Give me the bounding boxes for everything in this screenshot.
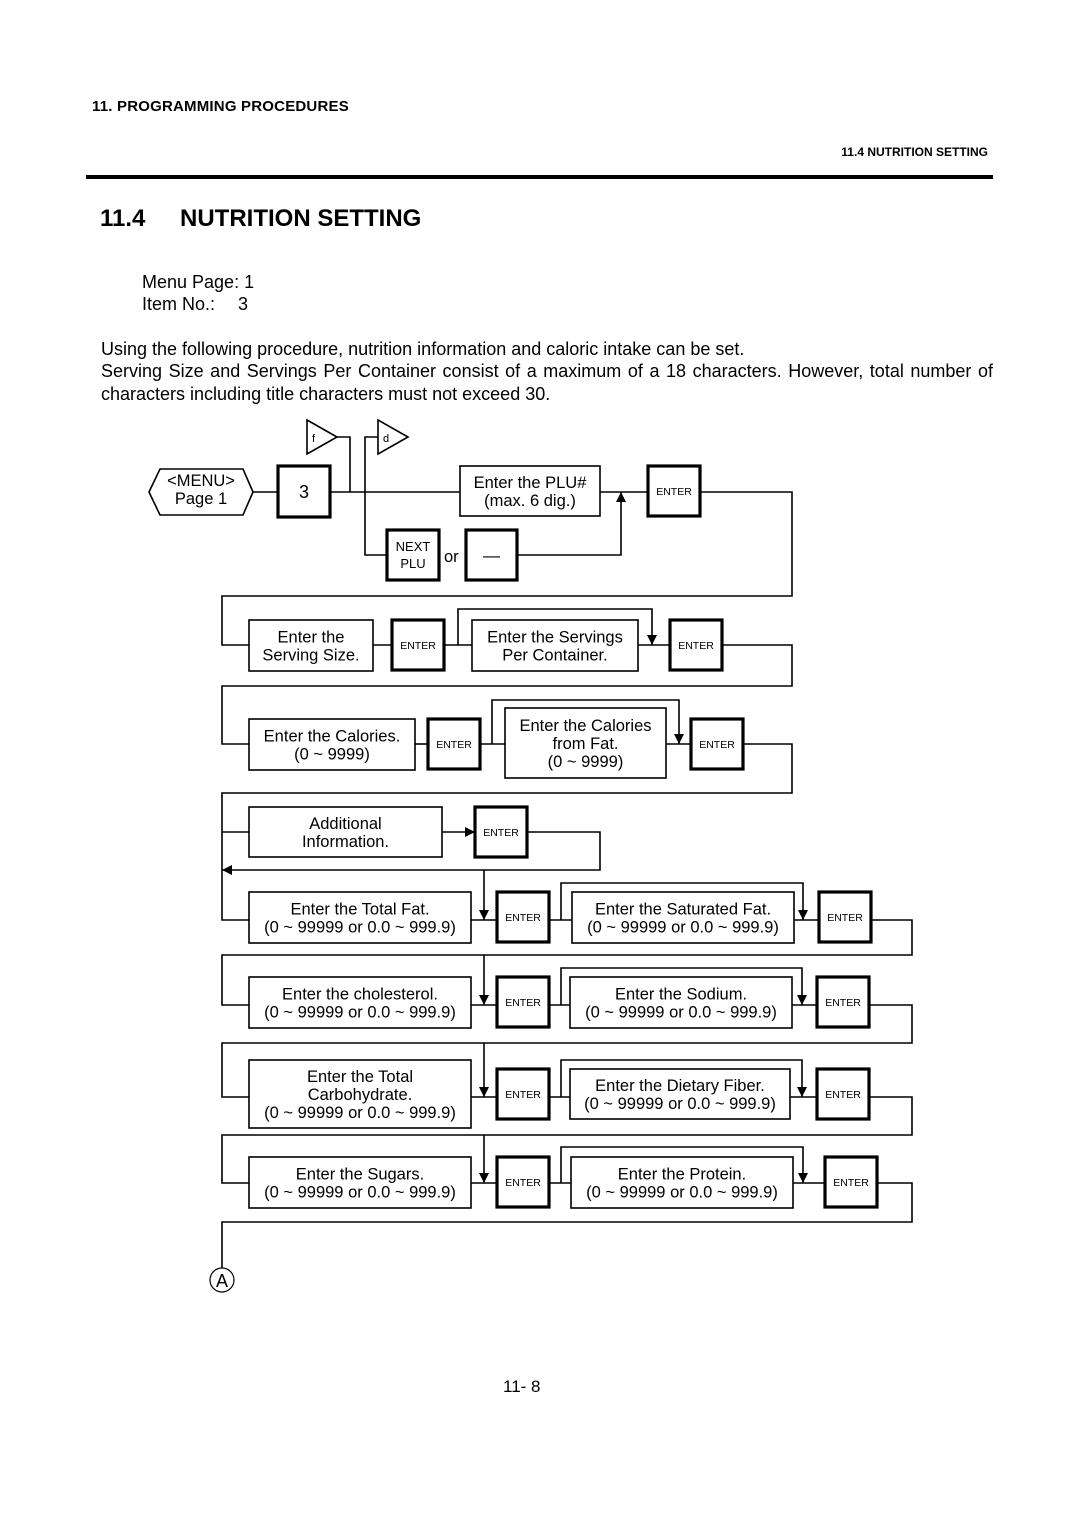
enter-key-carbohydrate[interactable]: ENTER — [495, 1067, 551, 1121]
terminal-label: Page 1 — [175, 490, 227, 508]
enter-key-additional[interactable]: ENTER — [473, 805, 529, 859]
enter-plu-box-label: Enter the PLU# — [474, 474, 588, 492]
sugars-box-label: Enter the Sugars. — [296, 1165, 424, 1183]
enter-key-calories-label: ENTER — [436, 739, 472, 751]
enter-key-servings[interactable]: ENTER — [668, 618, 724, 672]
total-carbohydrate-box-label: (0 ~ 99999 or 0.0 ~ 999.9) — [264, 1104, 456, 1122]
calories-box-label: (0 ~ 9999) — [294, 745, 370, 763]
item-3-key[interactable]: 3 — [276, 464, 332, 519]
connector-a: A — [209, 1267, 235, 1293]
sugars-box-label: (0 ~ 99999 or 0.0 ~ 999.9) — [264, 1183, 456, 1201]
connector-label: A — [216, 1271, 228, 1291]
calories-from-fat-box-label: (0 ~ 9999) — [548, 753, 624, 771]
enter-plu-box: Enter the PLU#(max. 6 dig.) — [459, 465, 601, 517]
calories-box-label: Enter the Calories. — [264, 727, 401, 745]
additional-information-box-label: Information. — [302, 833, 389, 851]
enter-key-sodium[interactable]: ENTER — [815, 975, 871, 1029]
enter-key-dietary-fiber-label: ENTER — [825, 1089, 861, 1101]
sodium-box-label: (0 ~ 99999 or 0.0 ~ 999.9) — [585, 1003, 777, 1021]
enter-key-carbohydrate-label: ENTER — [505, 1089, 541, 1101]
menu-page-1-terminal: <MENU>Page 1 — [148, 468, 254, 516]
enter-key-serving-size-label: ENTER — [400, 640, 436, 652]
cholesterol-box-label: Enter the cholesterol. — [282, 985, 438, 1003]
saturated-fat-box-label: (0 ~ 99999 or 0.0 ~ 999.9) — [587, 918, 779, 936]
calories-box: Enter the Calories.(0 ~ 9999) — [248, 718, 416, 771]
enter-key-total-fat[interactable]: ENTER — [495, 890, 551, 944]
enter-key-dietary-fiber[interactable]: ENTER — [815, 1067, 871, 1121]
servings-per-container-box-label: Per Container. — [502, 646, 607, 664]
cholesterol-box-label: (0 ~ 99999 or 0.0 ~ 999.9) — [264, 1003, 456, 1021]
enter-key-additional-label: ENTER — [483, 827, 519, 839]
saturated-fat-box-label: Enter the Saturated Fat. — [595, 900, 771, 918]
flow-boxes: <MENU>Page 1 3f dNEXTPLU or —Enter the PLU#(… — [148, 418, 879, 1293]
nutrition-setting-flowchart: <MENU>Page 1 3f dNEXTPLU or —Enter the PLU#(… — [148, 418, 913, 1293]
total-carbohydrate-box-label: Carbohydrate. — [308, 1086, 413, 1104]
flag-d-icon: d — [377, 418, 410, 456]
next-plu-key-frame — [385, 528, 441, 582]
dietary-fiber-box: Enter the Dietary Fiber.(0 ~ 99999 or 0.… — [569, 1068, 791, 1120]
enter-key-cholesterol-label: ENTER — [505, 997, 541, 1009]
additional-information-box-label: Additional — [309, 815, 381, 833]
sodium-box-label: Enter the Sodium. — [615, 985, 747, 1003]
calories-from-fat-box-label: Enter the Calories — [519, 717, 651, 735]
protein-box: Enter the Protein.(0 ~ 99999 or 0.0 ~ 99… — [570, 1156, 794, 1209]
enter-key-calories-fat-label: ENTER — [699, 739, 735, 751]
serving-size-box-label: Enter the — [278, 628, 345, 646]
calories-from-fat-box-label: from Fat. — [552, 735, 618, 753]
cholesterol-box: Enter the cholesterol.(0 ~ 99999 or 0.0 … — [248, 976, 472, 1029]
enter-key-plu-label: ENTER — [656, 486, 692, 498]
connector-line — [337, 436, 351, 492]
total-fat-box-label: Enter the Total Fat. — [290, 900, 429, 918]
calories-from-fat-box: Enter the Caloriesfrom Fat.(0 ~ 9999) — [504, 707, 667, 779]
minus-key[interactable]: — — [464, 528, 519, 582]
flag-label: d — [383, 433, 389, 445]
serving-size-box-label: Serving Size. — [262, 646, 359, 664]
enter-key-calories-fat[interactable]: ENTER — [689, 717, 745, 771]
enter-key-servings-label: ENTER — [678, 640, 714, 652]
saturated-fat-box: Enter the Saturated Fat.(0 ~ 99999 or 0.… — [571, 891, 795, 944]
enter-key-protein-label: ENTER — [833, 1177, 869, 1189]
enter-key-protein[interactable]: ENTER — [823, 1155, 879, 1209]
item-3-key-label: 3 — [299, 482, 309, 502]
enter-key-total-fat-label: ENTER — [505, 912, 541, 924]
total-carbohydrate-box-label: Enter the Total — [307, 1068, 413, 1086]
enter-key-sodium-label: ENTER — [825, 997, 861, 1009]
additional-information-box: AdditionalInformation. — [248, 806, 443, 858]
enter-key-saturated-fat[interactable]: ENTER — [817, 890, 873, 944]
next-plu-key-label: PLU — [400, 556, 425, 571]
sugars-box: Enter the Sugars.(0 ~ 99999 or 0.0 ~ 999… — [248, 1156, 472, 1209]
connector-line — [221, 832, 249, 921]
total-carbohydrate-box: Enter the TotalCarbohydrate.(0 ~ 99999 o… — [248, 1059, 472, 1129]
serving-size-box: Enter theServing Size. — [248, 619, 374, 672]
total-fat-box: Enter the Total Fat.(0 ~ 99999 or 0.0 ~ … — [248, 891, 472, 944]
page-number: 11- 8 — [503, 1377, 541, 1396]
enter-key-calories[interactable]: ENTER — [426, 717, 482, 771]
or-label: or — [444, 548, 459, 566]
flag-f-icon: f — [306, 418, 339, 456]
next-plu-key[interactable]: NEXT PLU — [385, 528, 441, 582]
enter-key-serving-size[interactable]: ENTER — [390, 618, 446, 672]
minus-key-label: — — [483, 546, 500, 565]
terminal-label: <MENU> — [167, 472, 235, 490]
dietary-fiber-box-label: (0 ~ 99999 or 0.0 ~ 999.9) — [584, 1095, 776, 1113]
servings-per-container-box: Enter the ServingsPer Container. — [471, 619, 639, 672]
servings-per-container-box-label: Enter the Servings — [487, 628, 623, 646]
enter-key-plu[interactable]: ENTER — [646, 464, 702, 518]
sodium-box: Enter the Sodium.(0 ~ 99999 or 0.0 ~ 999… — [569, 976, 793, 1029]
connector-line — [364, 436, 387, 556]
enter-key-sugars[interactable]: ENTER — [495, 1155, 551, 1209]
dietary-fiber-box-label: Enter the Dietary Fiber. — [595, 1077, 765, 1095]
next-plu-key-label: NEXT — [396, 539, 431, 554]
total-fat-box-label: (0 ~ 99999 or 0.0 ~ 999.9) — [264, 918, 456, 936]
protein-box-label: Enter the Protein. — [618, 1165, 746, 1183]
enter-key-sugars-label: ENTER — [505, 1177, 541, 1189]
protein-box-label: (0 ~ 99999 or 0.0 ~ 999.9) — [586, 1183, 778, 1201]
enter-plu-box-label: (max. 6 dig.) — [484, 492, 576, 510]
enter-key-cholesterol[interactable]: ENTER — [495, 975, 551, 1029]
enter-key-saturated-fat-label: ENTER — [827, 912, 863, 924]
